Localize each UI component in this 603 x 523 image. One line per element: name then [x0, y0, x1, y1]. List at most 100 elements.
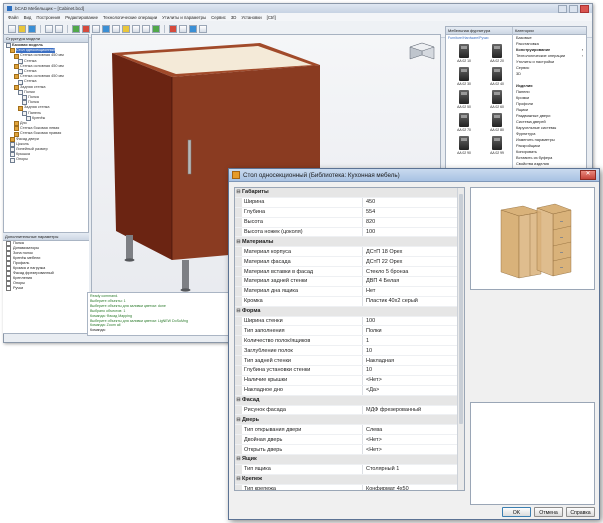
undo-icon[interactable] [45, 25, 53, 33]
collapse-icon[interactable]: ⊟ [235, 397, 242, 403]
library-item[interactable]: AA 02 40 [482, 67, 512, 86]
menu-item[interactable]: Вид [24, 15, 32, 20]
property-category-row[interactable]: ⊟ Дверь [235, 415, 464, 426]
render-icon[interactable] [122, 25, 130, 33]
property-value[interactable]: 100 [362, 316, 464, 326]
property-row[interactable]: Материал вставки в фасад Стекло 5 бронза [235, 267, 464, 278]
view-front-icon[interactable] [132, 25, 140, 33]
property-row[interactable]: Двойная дверь <Нет> [235, 435, 464, 446]
cancel-button[interactable]: Отмена [534, 507, 563, 517]
property-value[interactable]: Нет [362, 286, 464, 296]
property-category-row[interactable]: ⊟ Габариты [235, 188, 464, 198]
collapse-icon[interactable]: ⊟ [235, 239, 242, 245]
property-value[interactable]: <Нет> [362, 435, 464, 445]
library-item[interactable]: AA 02 20 [482, 44, 512, 63]
property-row[interactable]: Тип крепежа Конфирмат 4x50 [235, 484, 464, 490]
property-value[interactable]: Столярный 1 [362, 464, 464, 474]
extra-param-row[interactable]: Ручки [3, 286, 89, 291]
property-category-row[interactable]: ⊟ Ящик [235, 455, 464, 465]
scrollbar-thumb[interactable] [459, 194, 463, 424]
property-value[interactable]: <Да> [362, 385, 464, 395]
property-value[interactable]: Стекло 5 бронза [362, 267, 464, 277]
zoom-icon[interactable] [102, 25, 110, 33]
new-file-icon[interactable] [8, 25, 16, 33]
property-row[interactable]: Рисунок фасада МДФ фрезерованный [235, 405, 464, 416]
property-row[interactable]: Высота 820 [235, 217, 464, 228]
checkbox[interactable] [6, 286, 11, 291]
help-button[interactable]: Справка [566, 507, 595, 517]
property-row[interactable]: Материал корпуса ДСтП 18 Орех [235, 247, 464, 258]
property-category-row[interactable]: ⊟ Крепеж [235, 474, 464, 485]
property-row[interactable]: Заглубление полок 10 [235, 346, 464, 357]
property-value[interactable]: Слева [362, 425, 464, 435]
library-item[interactable]: AA 02 99 [482, 136, 512, 155]
menu-item[interactable]: Файл [8, 15, 19, 20]
select-icon[interactable] [92, 25, 100, 33]
property-row[interactable]: Ширина 450 [235, 197, 464, 208]
property-row[interactable]: Тип открывания двери Слева [235, 425, 464, 436]
property-value[interactable]: 1 [362, 336, 464, 346]
pan-icon[interactable] [112, 25, 120, 33]
delete-icon[interactable] [82, 25, 90, 33]
menu-item[interactable]: [Ctrl] [267, 15, 276, 20]
category-item[interactable]: 3D [513, 71, 586, 77]
library-item[interactable]: AA 02 10 [449, 44, 479, 63]
property-row[interactable]: Наличие крышки <Нет> [235, 375, 464, 386]
dialog-close-button[interactable]: ✕ [580, 170, 596, 180]
property-value[interactable]: 820 [362, 217, 464, 227]
collapse-icon[interactable]: ⊟ [235, 189, 242, 195]
property-category-row[interactable]: ⊟ Форма [235, 306, 464, 317]
collapse-icon[interactable]: ⊟ [235, 456, 242, 462]
tree-node[interactable]: Опоры [4, 157, 88, 163]
property-row[interactable]: Глубина 554 [235, 207, 464, 218]
property-value[interactable]: ДВП 4 Белая [362, 277, 464, 286]
view-iso-icon[interactable] [152, 25, 160, 33]
close-button[interactable] [580, 4, 589, 13]
library-item[interactable]: AA 02 50 [449, 90, 479, 109]
view-top-icon[interactable] [142, 25, 150, 33]
ok-button[interactable]: OK [502, 507, 531, 517]
property-row[interactable]: Материал задней стенки ДВП 4 Белая [235, 277, 464, 287]
menu-item[interactable]: Технологические операции [103, 15, 157, 20]
property-value[interactable]: <Нет> [362, 445, 464, 455]
property-category-row[interactable]: ⊟ Материалы [235, 237, 464, 248]
property-row[interactable]: Тип заполнения Полки [235, 326, 464, 337]
property-value[interactable]: Полки [362, 326, 464, 336]
library-item[interactable]: AA 02 30 [449, 67, 479, 86]
library-item[interactable]: AA 02 90 [449, 136, 479, 155]
property-value[interactable]: 10 [362, 346, 464, 356]
property-row[interactable]: Количество полок/ящиков 1 [235, 336, 464, 347]
property-row[interactable]: Материал дна ящика Нет [235, 286, 464, 297]
property-value[interactable]: 100 [362, 227, 464, 237]
property-value[interactable]: ДСтП 18 Орех [362, 247, 464, 257]
property-row[interactable]: Высота ножек (цоколя) 100 [235, 227, 464, 238]
measure-icon[interactable] [179, 25, 187, 33]
view-cube[interactable] [409, 42, 435, 60]
library-icon[interactable] [199, 25, 207, 33]
collapse-icon[interactable]: ⊟ [235, 476, 242, 482]
property-row[interactable]: Кромка Пластик 40x2 серый [235, 296, 464, 307]
property-row[interactable]: Тип задней стенки Накладная [235, 356, 464, 367]
maximize-button[interactable] [569, 4, 578, 13]
property-value[interactable]: Конфирмат 4x50 [362, 484, 464, 490]
redo-icon[interactable] [55, 25, 63, 33]
library-item[interactable]: AA 02 70 [449, 113, 479, 132]
property-value[interactable]: 10 [362, 366, 464, 375]
property-row[interactable]: Открыть дверь <Нет> [235, 445, 464, 456]
property-row[interactable]: Накладное дно <Да> [235, 385, 464, 396]
menu-item[interactable]: Установки [241, 15, 261, 20]
property-value[interactable]: 554 [362, 207, 464, 217]
command-line-area[interactable]: Ready command. Выберите объекты: 1 Выберит… [87, 292, 247, 336]
property-row[interactable]: Глубина установки стенки 10 [235, 366, 464, 376]
hardware-icon[interactable] [189, 25, 197, 33]
property-grid-scrollbar[interactable] [457, 188, 464, 490]
menu-item[interactable]: Построения [36, 15, 60, 20]
properties-icon[interactable] [169, 25, 177, 33]
menu-item[interactable]: Редактирование [65, 15, 98, 20]
property-value[interactable]: 450 [362, 197, 464, 207]
layer-icon[interactable] [72, 25, 80, 33]
menu-item[interactable]: Утилиты и параметры [162, 15, 206, 20]
save-icon[interactable] [28, 25, 36, 33]
library-item[interactable]: AA 02 80 [482, 113, 512, 132]
menu-item[interactable]: 3D [231, 15, 237, 20]
